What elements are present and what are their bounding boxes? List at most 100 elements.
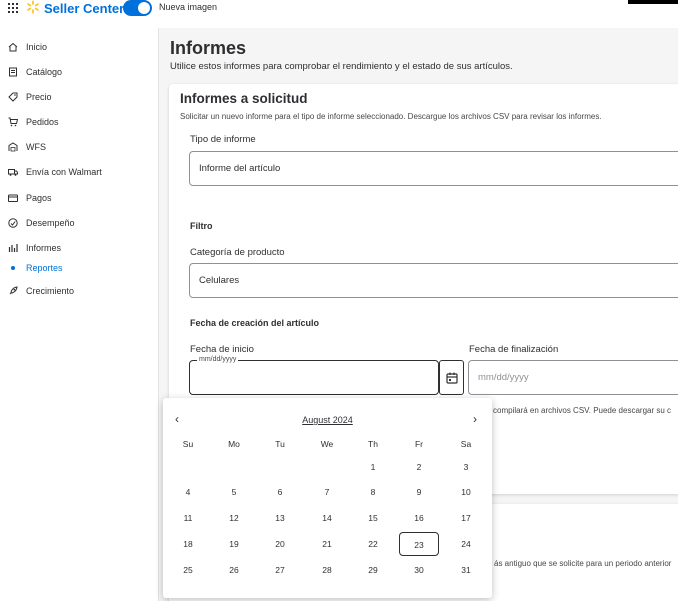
sidebar-item-label: Catálogo xyxy=(26,67,63,77)
next-month-button[interactable]: › xyxy=(473,412,477,426)
weekday-header: Tu xyxy=(275,439,285,449)
calendar-day[interactable]: 3 xyxy=(446,455,486,479)
sidebar-item-label: WFS xyxy=(26,142,46,152)
new-image-toggle[interactable] xyxy=(123,0,152,16)
calendar-day[interactable]: 15 xyxy=(353,506,393,530)
app-launcher-icon[interactable] xyxy=(8,3,18,13)
brand-name[interactable]: Seller Center xyxy=(44,1,124,16)
filter-heading: Filtro xyxy=(190,221,213,231)
rocket-icon xyxy=(8,286,18,296)
calendar-day[interactable]: 28 xyxy=(307,558,347,582)
calendar-day[interactable]: 10 xyxy=(446,480,486,504)
product-category-select[interactable]: Celulares xyxy=(189,263,678,298)
card-subtitle: Solicitar un nuevo informe para el tipo … xyxy=(180,112,602,121)
start-date-label: Fecha de inicio xyxy=(190,344,254,355)
calendar-day[interactable]: 19 xyxy=(214,532,254,556)
sidebar-subitem-label: Reportes xyxy=(26,263,63,273)
new-image-toggle-label: Nueva imagen xyxy=(159,2,218,12)
sidebar-item-label: Informes xyxy=(26,243,62,253)
calendar-day[interactable]: 26 xyxy=(214,558,254,582)
history-note: ás antiguo que se solicite para un perio… xyxy=(494,559,672,568)
report-type-value: Informe del artículo xyxy=(199,163,281,174)
start-date-format-hint: mm/dd/yyyy xyxy=(197,356,239,363)
calendar-day[interactable]: 14 xyxy=(307,506,347,530)
calendar-day[interactable]: 2 xyxy=(399,455,439,479)
csv-note: compilará en archivos CSV. Puede descarg… xyxy=(493,406,672,415)
start-date-input[interactable] xyxy=(189,360,439,395)
weekday-header: Fr xyxy=(414,439,424,449)
sidebar-item-wfs[interactable]: WFS xyxy=(0,137,158,157)
warehouse-icon xyxy=(8,142,18,152)
calendar-icon xyxy=(445,372,458,384)
report-type-label: Tipo de informe xyxy=(190,134,256,145)
calendar-day[interactable]: 25 xyxy=(168,558,208,582)
bar-chart-icon xyxy=(8,243,18,253)
calendar-day[interactable]: 11 xyxy=(168,506,208,530)
calendar-day[interactable]: 7 xyxy=(307,480,347,504)
sidebar-item-pedidos[interactable]: Pedidos xyxy=(0,112,158,132)
calendar-day[interactable]: 17 xyxy=(446,506,486,530)
calendar-day[interactable]: 6 xyxy=(260,480,300,504)
product-category-label: Categoría de producto xyxy=(190,247,285,258)
calendar-day[interactable]: 9 xyxy=(399,480,439,504)
weekday-header: Mo xyxy=(228,439,240,449)
cart-icon xyxy=(8,117,18,127)
weekday-header: Su xyxy=(182,439,194,449)
sidebar-item-label: Desempeño xyxy=(26,218,75,228)
calendar-day-today[interactable]: 23 xyxy=(399,532,439,556)
sidebar-item-crecimiento[interactable]: Crecimiento xyxy=(0,281,158,301)
sidebar-item-label: Inicio xyxy=(26,42,48,52)
active-indicator-dot xyxy=(11,266,15,270)
calendar-day[interactable]: 20 xyxy=(260,532,300,556)
sidebar-item-label: Envía con Walmart xyxy=(26,167,102,177)
month-year-label[interactable]: August 2024 xyxy=(163,415,492,425)
calendar-day[interactable]: 18 xyxy=(168,532,208,556)
calendar-day[interactable]: 27 xyxy=(260,558,300,582)
sidebar-item-label: Crecimiento xyxy=(26,286,75,296)
sidebar-item-label: Pagos xyxy=(26,193,52,203)
end-date-input[interactable]: mm/dd/yyyy xyxy=(468,360,678,395)
card-title: Informes a solicitud xyxy=(180,91,308,106)
weekday-header: Th xyxy=(368,439,378,449)
sidebar-item-inicio[interactable]: Inicio xyxy=(0,37,158,57)
sidebar-item-label: Pedidos xyxy=(26,117,59,127)
tag-icon xyxy=(8,92,18,102)
calendar-day[interactable]: 31 xyxy=(446,558,486,582)
creation-date-heading: Fecha de creación del artículo xyxy=(190,318,320,328)
sidebar-item-catálogo[interactable]: Catálogo xyxy=(0,62,158,82)
calendar-day[interactable]: 16 xyxy=(399,506,439,530)
card-icon xyxy=(8,193,18,203)
calendar-day[interactable]: 30 xyxy=(399,558,439,582)
walmart-spark-icon xyxy=(27,0,39,14)
sidebar-item-precio[interactable]: Precio xyxy=(0,87,158,107)
calendar-day[interactable]: 13 xyxy=(260,506,300,530)
calendar-day[interactable]: 21 xyxy=(307,532,347,556)
sidebar-item-pagos[interactable]: Pagos xyxy=(0,188,158,208)
calendar-button[interactable] xyxy=(439,360,464,395)
calendar-day[interactable]: 29 xyxy=(353,558,393,582)
sidebar-item-informes[interactable]: Informes xyxy=(0,238,158,258)
product-category-value: Celulares xyxy=(199,275,240,286)
page-subtitle: Utilice estos informes para comprobar el… xyxy=(170,61,513,72)
calendar-day[interactable]: 24 xyxy=(446,532,486,556)
sidebar-subitem-reportes[interactable]: Reportes xyxy=(0,258,158,278)
calendar-day[interactable]: 8 xyxy=(353,480,393,504)
end-date-placeholder: mm/dd/yyyy xyxy=(478,372,529,383)
page-title: Informes xyxy=(170,38,247,58)
sidebar-item-envía-con-walmart[interactable]: Envía con Walmart xyxy=(0,162,158,182)
report-type-select[interactable]: Informe del artículo xyxy=(189,151,678,186)
calendar-day[interactable]: 1 xyxy=(353,455,393,479)
date-picker-popup: ‹ August 2024 › Su Mo Tu We Th Fr Sa 1 2 3 4 5 6 7 8 9 1… xyxy=(163,398,492,598)
top-bar: Seller Center Nueva imagen xyxy=(0,0,678,28)
calendar-day[interactable]: 5 xyxy=(214,480,254,504)
calendar-day[interactable]: 22 xyxy=(353,532,393,556)
end-date-label: Fecha de finalización xyxy=(469,344,559,355)
calendar-day[interactable]: 12 xyxy=(214,506,254,530)
sidebar-item-desempeño[interactable]: Desempeño xyxy=(0,213,158,233)
sidebar-item-label: Precio xyxy=(26,92,52,102)
sidebar: Inicio Catálogo Precio Pedidos WFS Envía con … xyxy=(0,28,159,601)
gauge-icon xyxy=(8,218,18,228)
truck-icon xyxy=(8,167,18,177)
catalog-icon xyxy=(8,67,18,77)
calendar-day[interactable]: 4 xyxy=(168,480,208,504)
